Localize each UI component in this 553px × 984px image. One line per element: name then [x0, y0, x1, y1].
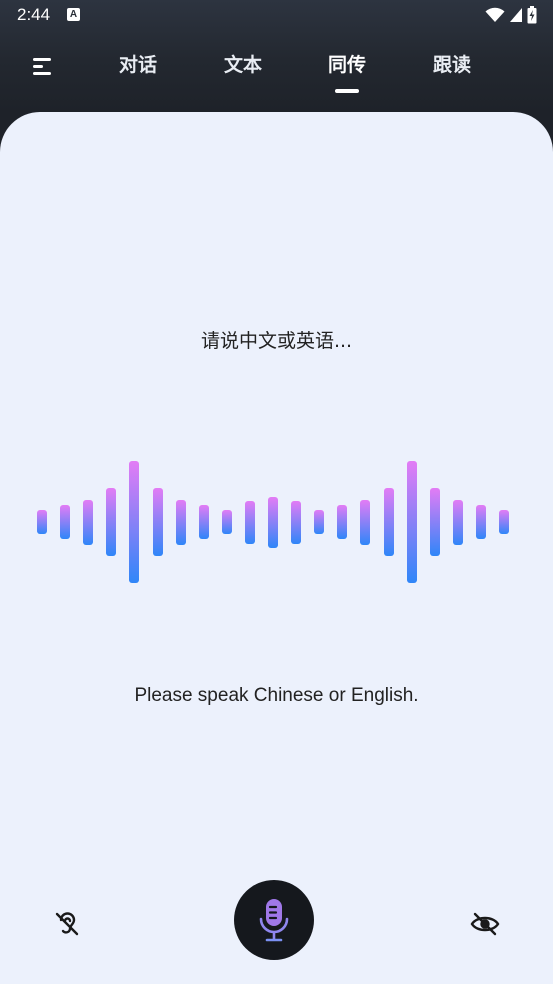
- waveform-bar: [268, 497, 278, 548]
- waveform-bar: [476, 505, 486, 539]
- signal-icon: [510, 8, 522, 22]
- waveform-bar: [407, 461, 417, 583]
- main-panel: 请说中文或英语... Please speak Chinese or Engli…: [0, 112, 553, 984]
- ear-off-icon[interactable]: [52, 909, 82, 939]
- waveform-bar: [499, 510, 509, 534]
- prompt-english: Please speak Chinese or English.: [134, 685, 419, 706]
- waveform-bar: [245, 501, 255, 544]
- waveform-bar: [360, 500, 370, 545]
- waveform-bar: [176, 500, 186, 545]
- waveform-bar: [83, 500, 93, 545]
- top-nav: 对话 文本 同传 跟读: [0, 30, 553, 112]
- status-bar: 2:44 A: [0, 0, 553, 30]
- tab-read-along[interactable]: 跟读: [422, 50, 482, 84]
- audio-waveform: [0, 442, 553, 592]
- eye-off-icon[interactable]: [469, 909, 501, 939]
- prompt-chinese: 请说中文或英语...: [200, 330, 353, 352]
- tab-text[interactable]: 文本: [213, 50, 273, 84]
- microphone-icon: [259, 899, 289, 942]
- waveform-bar: [106, 488, 116, 556]
- app-notification-icon: A: [67, 8, 80, 21]
- app-screen: 2:44 A 对话 文本 同传 跟读 请说中文或英语... Please spe…: [0, 0, 553, 984]
- tab-dialogue[interactable]: 对话: [108, 50, 168, 84]
- waveform-bar: [384, 488, 394, 556]
- waveform-bar: [153, 488, 163, 556]
- waveform-bar: [291, 501, 301, 544]
- waveform-bar: [199, 505, 209, 539]
- waveform-bar: [129, 461, 139, 583]
- waveform-bar: [453, 500, 463, 545]
- status-icons: [485, 6, 537, 24]
- waveform-bar: [37, 510, 47, 534]
- active-tab-indicator: [335, 89, 359, 93]
- waveform-bar: [430, 488, 440, 556]
- wifi-icon: [485, 7, 505, 22]
- waveform-bar: [222, 510, 232, 534]
- status-time: 2:44: [17, 5, 51, 24]
- waveform-bar: [337, 505, 347, 539]
- menu-icon[interactable]: [26, 52, 60, 80]
- tab-simultaneous[interactable]: 同传: [317, 50, 377, 84]
- waveform-bar: [314, 510, 324, 534]
- microphone-button[interactable]: [234, 880, 314, 960]
- battery-icon: [527, 6, 537, 24]
- waveform-bar: [60, 505, 70, 539]
